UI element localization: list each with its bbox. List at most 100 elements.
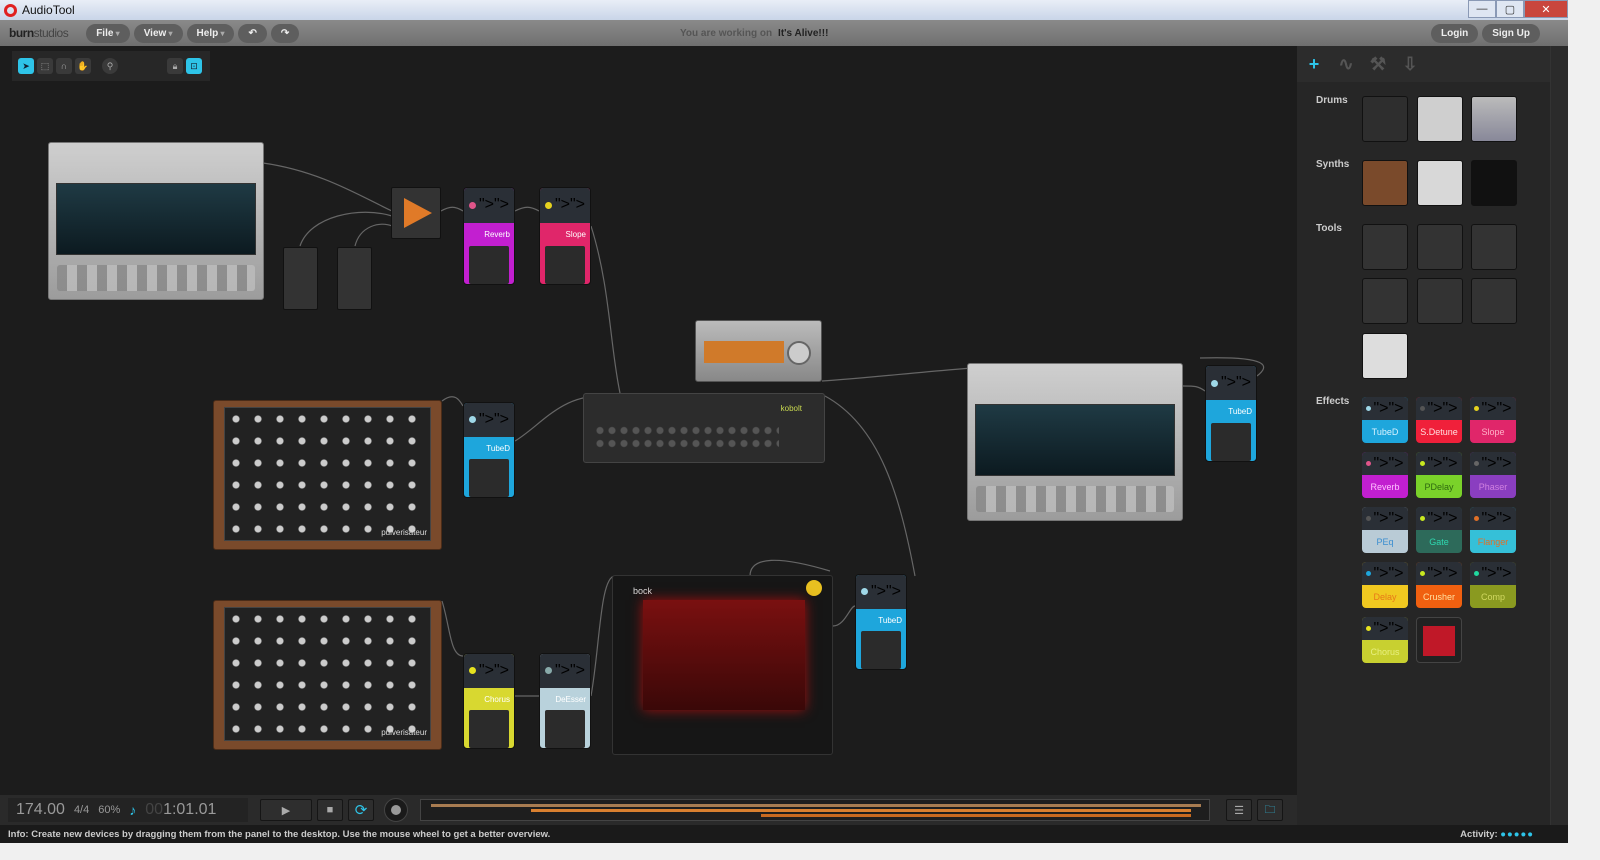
wrench-tab-icon[interactable]: ⚒ bbox=[1369, 54, 1387, 75]
metronome-icon[interactable]: ♪ bbox=[129, 802, 136, 818]
effect-thumb-phaser[interactable]: ">"> Phaser bbox=[1470, 452, 1516, 498]
minimixer-tool-thumb[interactable] bbox=[1471, 278, 1517, 324]
hand-tool-icon[interactable]: ✋ bbox=[75, 58, 91, 74]
pedal-label: TubeD bbox=[878, 615, 902, 625]
matrix-synth-thumb[interactable] bbox=[1471, 160, 1517, 206]
automation-tab-icon[interactable]: ∿ bbox=[1337, 54, 1355, 75]
kobolt-tool-thumb[interactable] bbox=[1471, 224, 1517, 270]
effect-thumb-sdetune[interactable]: ">"> S.Detune bbox=[1416, 397, 1462, 443]
play-button[interactable]: ▶ bbox=[260, 799, 312, 821]
undo-button[interactable]: ↶ bbox=[238, 23, 267, 43]
crossfader-tool-thumb[interactable] bbox=[1362, 278, 1408, 324]
effect-thumb-peq[interactable]: ">"> PEq bbox=[1362, 507, 1408, 553]
pedal-knobs[interactable]: ">"> bbox=[540, 654, 590, 688]
beatbox-drum-machine[interactable] bbox=[967, 363, 1183, 521]
effect-thumb-reverb[interactable]: ">"> Reverb bbox=[1362, 452, 1408, 498]
pedal-label: Reverb bbox=[484, 229, 510, 239]
effect-pedal[interactable]: ">"> TubeD bbox=[1205, 365, 1257, 462]
menu-help[interactable]: Help bbox=[186, 23, 235, 43]
project-info: You are working on It's Alive!!! bbox=[680, 27, 829, 39]
drum-machine-909-thumb[interactable] bbox=[1417, 96, 1463, 142]
zoom-tool-icon[interactable]: ⚲ bbox=[102, 58, 118, 74]
bock-effect-thumb[interactable] bbox=[1416, 617, 1462, 663]
pedal-knobs[interactable]: ">"> bbox=[464, 188, 514, 223]
tracks-icon[interactable]: ☰ bbox=[1226, 799, 1252, 821]
audiotool-logo-icon bbox=[4, 3, 17, 17]
pedal-knobs[interactable]: ">"> bbox=[1206, 366, 1256, 401]
headphones-tool-icon[interactable]: ∩ bbox=[56, 58, 72, 74]
effect-thumb-crusher[interactable]: ">"> Crusher bbox=[1416, 562, 1462, 608]
effect-thumb-delay[interactable]: ">"> Delay bbox=[1362, 562, 1408, 608]
export-tab-icon[interactable]: ⇩ bbox=[1401, 54, 1419, 75]
bock-label: bock bbox=[633, 586, 653, 596]
time-signature[interactable]: 4/4 bbox=[74, 804, 89, 816]
effect-thumb-chorus[interactable]: ">"> Chorus bbox=[1362, 617, 1408, 663]
stop-button[interactable]: ■ bbox=[317, 799, 343, 821]
merger-tool-thumb[interactable] bbox=[1362, 224, 1408, 270]
minimize-button[interactable]: — bbox=[1468, 0, 1496, 18]
crossfader-device[interactable] bbox=[337, 247, 372, 310]
effect-thumb-comp[interactable]: ">"> Comp bbox=[1470, 562, 1516, 608]
pedal-knobs[interactable]: ">"> bbox=[464, 654, 514, 688]
pedal-knobs[interactable]: ">"> bbox=[856, 575, 906, 609]
select-tool-icon[interactable]: ⬚ bbox=[37, 58, 53, 74]
pulverisateur-synth[interactable]: pulverisateur bbox=[213, 400, 442, 550]
sampler-tool-thumb[interactable] bbox=[1417, 278, 1463, 324]
pedal-footswitch[interactable] bbox=[469, 710, 509, 748]
add-device-tab-icon[interactable]: + bbox=[1305, 54, 1323, 75]
folder-icon[interactable]: 🗀︎ bbox=[1257, 799, 1283, 821]
pulverisateur-thumb[interactable] bbox=[1362, 160, 1408, 206]
kobolt-label: kobolt bbox=[780, 404, 802, 413]
pedal-footswitch[interactable] bbox=[469, 459, 509, 497]
pedal-footswitch[interactable] bbox=[1211, 422, 1251, 461]
pedal-knobs[interactable]: ">"> bbox=[540, 188, 590, 223]
drum-machine-808-thumb[interactable] bbox=[1362, 96, 1408, 142]
login-button[interactable]: Login bbox=[1431, 23, 1479, 43]
pedal-footswitch[interactable] bbox=[545, 710, 585, 748]
effect-pedal[interactable]: ">"> DeEsser bbox=[539, 653, 591, 749]
desktop-canvas[interactable]: ➤ ⬚ ∩ ✋ ⚲ 🔒︎ ⊡ kobolt pulverisateur pulv… bbox=[0, 46, 1297, 795]
record-button[interactable] bbox=[384, 798, 408, 822]
mixer-tool-thumb[interactable] bbox=[1362, 333, 1408, 379]
pulverisateur-synth[interactable]: pulverisateur bbox=[213, 600, 442, 750]
panel-scrollbar[interactable] bbox=[1550, 46, 1568, 825]
unlock-icon[interactable]: ⊡ bbox=[186, 58, 202, 74]
pedal-footswitch[interactable] bbox=[469, 245, 509, 284]
signup-button[interactable]: Sign Up bbox=[1482, 23, 1540, 43]
audio-splitter-device[interactable] bbox=[391, 187, 441, 239]
effect-pedal[interactable]: ">"> TubeD bbox=[855, 574, 907, 670]
effect-pedal[interactable]: ">"> Slope bbox=[539, 187, 591, 285]
pedal-knobs[interactable]: ">"> bbox=[464, 403, 514, 437]
menu-file[interactable]: File bbox=[86, 23, 130, 43]
pedal-footswitch[interactable] bbox=[861, 631, 901, 669]
vu-meter-device[interactable] bbox=[695, 320, 822, 382]
beatbox-thumb[interactable] bbox=[1471, 96, 1517, 142]
effect-thumb-tubed[interactable]: ">"> TubeD bbox=[1362, 397, 1408, 443]
crossfader-device[interactable] bbox=[283, 247, 318, 310]
effect-thumb-gate[interactable]: ">"> Gate bbox=[1416, 507, 1462, 553]
pedal-footswitch[interactable] bbox=[545, 245, 585, 284]
tempo-display[interactable]: 174.00 bbox=[16, 801, 65, 819]
splitter-tool-thumb[interactable] bbox=[1417, 224, 1463, 270]
close-button[interactable]: ✕ bbox=[1524, 0, 1568, 18]
redo-button[interactable]: ↷ bbox=[270, 23, 300, 43]
loop-button[interactable]: ⟳ bbox=[348, 799, 374, 821]
effect-thumb-flanger[interactable]: ">"> Flanger bbox=[1470, 507, 1516, 553]
device-panel: + ∿ ⚒ ⇩ Drums Synths Tools Effects ">"> T… bbox=[1297, 46, 1550, 825]
maximize-button[interactable]: ▢ bbox=[1496, 0, 1524, 18]
effect-label: Phaser bbox=[1478, 481, 1508, 492]
beatbox-drum-machine[interactable] bbox=[48, 142, 264, 300]
effect-pedal[interactable]: ">"> Reverb bbox=[463, 187, 515, 285]
effect-thumb-pdelay[interactable]: ">"> PDelay bbox=[1416, 452, 1462, 498]
effect-pedal[interactable]: ">"> TubeD bbox=[463, 402, 515, 498]
effect-thumb-slope[interactable]: ">"> Slope bbox=[1470, 397, 1516, 443]
effect-pedal[interactable]: ">"> Chorus bbox=[463, 653, 515, 749]
effect-label: Comp bbox=[1480, 591, 1505, 602]
bock-sequencer[interactable]: bock bbox=[612, 575, 833, 755]
pointer-tool-icon[interactable]: ➤ bbox=[18, 58, 34, 74]
kobolt-mixer[interactable]: kobolt bbox=[583, 393, 825, 463]
heisenberg-thumb[interactable] bbox=[1417, 160, 1463, 206]
lock-icon[interactable]: 🔒︎ bbox=[167, 58, 183, 74]
menu-view[interactable]: View bbox=[133, 23, 183, 43]
timeline-overview[interactable] bbox=[420, 799, 1210, 821]
